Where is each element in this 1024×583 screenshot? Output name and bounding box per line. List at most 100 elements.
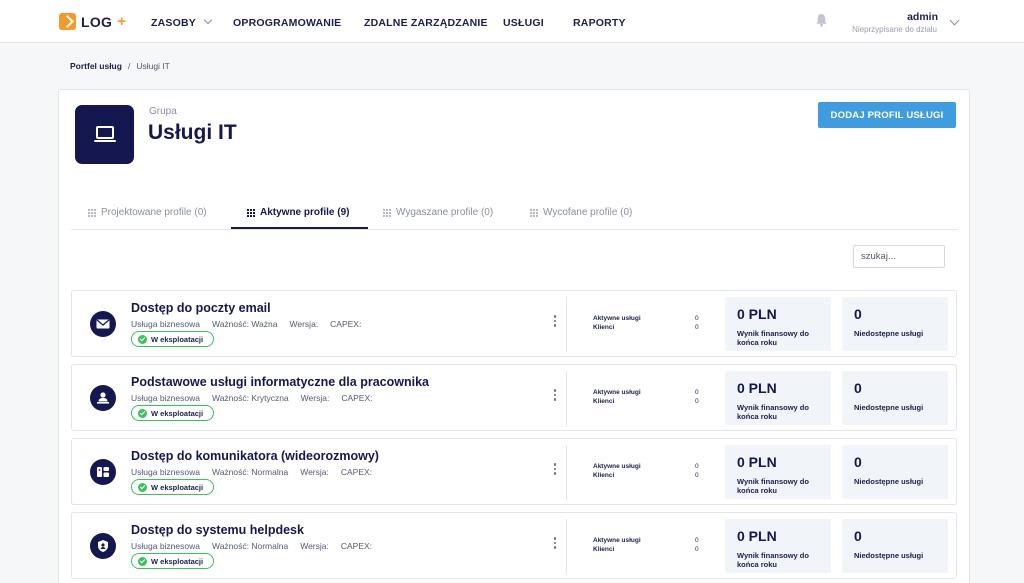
financial-result-label: Wynik finansowy do końca roku bbox=[737, 403, 809, 421]
service-title[interactable]: Dostęp do systemu helpdesk bbox=[131, 523, 304, 537]
service-capex: CAPEX: bbox=[330, 319, 362, 329]
tab-active-profiles[interactable]: Aktywne profile (9) bbox=[247, 207, 349, 218]
unavailable-services-box: 0 Niedostępne usługi bbox=[842, 371, 948, 425]
service-meta: Usługa biznesowa Ważność: Ważna Wersja: … bbox=[131, 319, 361, 329]
unavailable-services-value: 0 bbox=[854, 454, 862, 470]
chevron-down-icon bbox=[203, 15, 213, 25]
tabs-divider bbox=[71, 229, 957, 230]
grid-icon bbox=[88, 208, 96, 217]
status-label: W eksploatacji bbox=[151, 334, 204, 344]
unavailable-services-label: Niedostępne usługi bbox=[854, 551, 924, 560]
service-row[interactable]: Dostęp do systemu helpdesk Usługa biznes… bbox=[71, 512, 957, 579]
unavailable-services-value: 0 bbox=[854, 306, 862, 322]
service-capex: CAPEX: bbox=[340, 467, 373, 477]
nav-item-uslugi[interactable]: USŁUGI bbox=[503, 17, 544, 29]
service-type: Usługa biznesowa bbox=[131, 467, 200, 477]
unavailable-services-value: 0 bbox=[854, 380, 862, 396]
service-title[interactable]: Podstawowe usługi informatyczne dla prac… bbox=[131, 375, 429, 389]
financial-result-value: 0 PLN bbox=[737, 306, 777, 322]
active-services-label: Aktywne usługi bbox=[593, 389, 641, 396]
check-icon bbox=[138, 334, 147, 344]
nav-item-oprogramowanie[interactable]: OPROGRAMOWANIE bbox=[233, 17, 341, 29]
service-row[interactable]: Dostęp do komunikatora (wideorozmowy) Us… bbox=[71, 438, 957, 505]
logo-icon bbox=[59, 13, 76, 30]
unavailable-services-box: 0 Niedostępne usługi bbox=[842, 519, 948, 573]
active-tab-indicator bbox=[231, 227, 368, 229]
user-name[interactable]: admin bbox=[907, 11, 938, 23]
clients-label: Klienci bbox=[593, 472, 615, 479]
financial-result-label: Wynik finansowy do końca roku bbox=[737, 329, 809, 347]
tab-expiring-profiles[interactable]: Wygaszane profile (0) bbox=[383, 207, 493, 218]
search-input[interactable] bbox=[853, 245, 945, 268]
nav-item-raporty[interactable]: RAPORTY bbox=[573, 17, 626, 29]
service-meta: Usługa biznesowa Ważność: Krytyczna Wers… bbox=[131, 393, 373, 403]
service-importance: Ważność: Normalna bbox=[211, 467, 289, 477]
service-version: Wersja: bbox=[300, 393, 330, 403]
helpdesk-icon bbox=[90, 533, 116, 559]
app-logo[interactable]: LOG + bbox=[59, 13, 126, 30]
row-divider bbox=[566, 445, 567, 500]
grid-icon bbox=[247, 208, 255, 217]
more-options-icon[interactable] bbox=[553, 537, 557, 549]
financial-result-box: 0 PLN Wynik finansowy do końca roku bbox=[725, 445, 831, 499]
video-chat-icon bbox=[90, 459, 116, 485]
check-icon bbox=[138, 482, 147, 492]
status-label: W eksploatacji bbox=[151, 556, 204, 566]
unavailable-services-label: Niedostępne usługi bbox=[854, 403, 924, 412]
service-version: Wersja: bbox=[289, 319, 319, 329]
service-version: Wersja: bbox=[300, 541, 329, 551]
active-services-value: 0 bbox=[695, 389, 699, 396]
tab-label: Wygaszane profile (0) bbox=[396, 207, 494, 218]
service-row[interactable]: Podstawowe usługi informatyczne dla prac… bbox=[71, 364, 957, 431]
page-title: Usługi IT bbox=[148, 121, 237, 144]
service-title[interactable]: Dostęp do komunikatora (wideorozmowy) bbox=[131, 449, 379, 463]
user-menu-chevron-icon[interactable] bbox=[949, 15, 960, 26]
breadcrumb: Portfel usług / Usługi IT bbox=[70, 61, 170, 71]
more-options-icon[interactable] bbox=[553, 315, 557, 327]
user-department: Nieprzypisane do działu bbox=[852, 25, 937, 34]
financial-result-label: Wynik finansowy do końca roku bbox=[737, 551, 809, 569]
group-label: Grupa bbox=[149, 106, 177, 117]
service-meta: Usługa biznesowa Ważność: Normalna Wersj… bbox=[131, 541, 372, 551]
envelope-icon bbox=[90, 311, 116, 337]
active-services-label: Aktywne usługi bbox=[593, 537, 641, 544]
service-type: Usługa biznesowa bbox=[131, 541, 200, 551]
clients-label: Klienci bbox=[593, 324, 615, 331]
more-options-icon[interactable] bbox=[553, 389, 557, 401]
tab-withdrawn-profiles[interactable]: Wycofane profile (0) bbox=[530, 207, 632, 218]
check-icon bbox=[138, 408, 147, 418]
unavailable-services-box: 0 Niedostępne usługi bbox=[842, 297, 948, 351]
user-desk-icon bbox=[90, 385, 116, 411]
service-capex: CAPEX: bbox=[341, 393, 373, 403]
financial-result-label: Wynik finansowy do końca roku bbox=[737, 477, 809, 495]
clients-label: Klienci bbox=[593, 398, 615, 405]
service-importance: Ważność: Normalna bbox=[211, 541, 289, 551]
grid-icon bbox=[530, 208, 538, 217]
service-row[interactable]: Dostęp do poczty email Usługa biznesowa … bbox=[71, 290, 957, 357]
active-services-value: 0 bbox=[695, 537, 699, 544]
logo-plus: + bbox=[117, 13, 126, 30]
bell-icon[interactable] bbox=[815, 13, 828, 27]
check-icon bbox=[138, 556, 147, 566]
row-divider bbox=[566, 297, 567, 352]
grid-icon bbox=[383, 208, 391, 217]
status-label: W eksploatacji bbox=[151, 408, 204, 418]
breadcrumb-portfolio-link[interactable]: Portfel usług bbox=[70, 61, 122, 71]
status-badge: W eksploatacji bbox=[131, 331, 215, 347]
service-meta: Usługa biznesowa Ważność: Normalna Wersj… bbox=[131, 467, 372, 477]
logo-text: LOG bbox=[81, 13, 113, 30]
financial-result-value: 0 PLN bbox=[737, 454, 777, 470]
unavailable-services-label: Niedostępne usługi bbox=[854, 329, 924, 338]
more-options-icon[interactable] bbox=[553, 463, 557, 475]
clients-value: 0 bbox=[695, 398, 699, 405]
laptop-icon bbox=[75, 105, 134, 164]
nav-item-zasoby[interactable]: ZASOBY bbox=[151, 15, 213, 29]
active-services-value: 0 bbox=[695, 463, 699, 470]
service-title[interactable]: Dostęp do poczty email bbox=[131, 301, 271, 315]
status-badge: W eksploatacji bbox=[131, 553, 215, 569]
service-capex: CAPEX: bbox=[340, 541, 373, 551]
nav-item-zdalne-zarzadzanie[interactable]: ZDALNE ZARZĄDZANIE bbox=[364, 17, 488, 29]
service-type: Usługa biznesowa bbox=[131, 393, 200, 403]
tab-projected-profiles[interactable]: Projektowane profile (0) bbox=[88, 207, 207, 218]
add-service-profile-button[interactable]: DODAJ PROFIL USŁUGI bbox=[818, 102, 956, 128]
